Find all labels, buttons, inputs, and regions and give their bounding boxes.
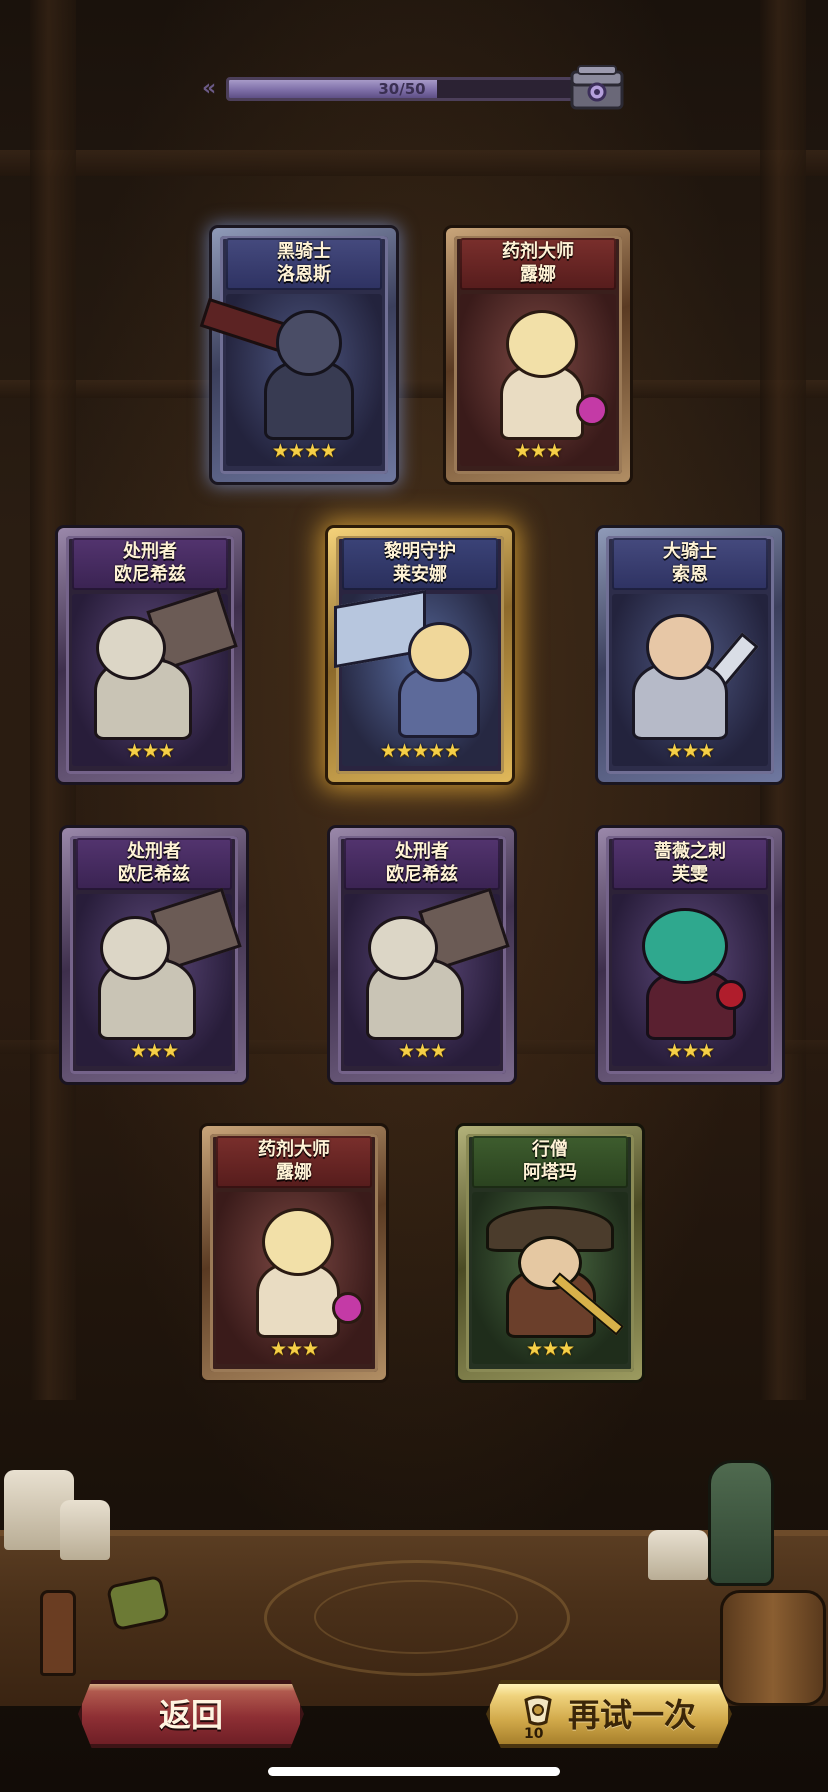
- card-name: 芙雯: [672, 864, 708, 885]
- card-name-banner: 药剂大师 露娜: [216, 1136, 372, 1188]
- bottle-icon: [40, 1590, 76, 1676]
- card-name-banner: 处刑者 欧尼希兹: [344, 838, 500, 890]
- card-name: 阿塔玛: [523, 1162, 577, 1183]
- card-name: 欧尼希兹: [386, 864, 458, 885]
- star-rating: ★★★★★: [379, 740, 461, 762]
- candle-icon: [60, 1500, 110, 1560]
- star-rating: ★★★: [397, 1040, 447, 1062]
- home-indicator[interactable]: [268, 1767, 560, 1776]
- hero-card[interactable]: 处刑者 欧尼希兹 ★★★: [330, 828, 514, 1082]
- card-name-banner: 药剂大师 露娜: [460, 238, 616, 290]
- hero-card[interactable]: 药剂大师 露娜 ★★★: [446, 228, 630, 482]
- card-name-banner: 黑骑士 洛恩斯: [226, 238, 382, 290]
- card-name: 索恩: [672, 564, 708, 585]
- card-name-banner: 蔷薇之刺 芙雯: [612, 838, 768, 890]
- card-title: 药剂大师: [258, 1139, 330, 1160]
- star-rating: ★★★★: [271, 440, 337, 462]
- back-button[interactable]: 返回: [78, 1680, 304, 1748]
- hero-card[interactable]: 处刑者 欧尼希兹 ★★★: [58, 528, 242, 782]
- star-rating: ★★★: [525, 1338, 575, 1360]
- card-name: 欧尼希兹: [118, 864, 190, 885]
- card-title: 处刑者: [395, 841, 449, 862]
- card-title: 处刑者: [127, 841, 181, 862]
- bottle-icon: [708, 1460, 774, 1586]
- progress-track: 30/50: [226, 77, 578, 101]
- card-title: 蔷薇之刺: [654, 841, 726, 862]
- draw-progress-bar: « 30/50: [202, 65, 624, 110]
- ceiling-beam: [0, 150, 828, 176]
- card-title: 黎明守护: [384, 541, 456, 562]
- star-rating: ★★★: [269, 1338, 319, 1360]
- card-title: 处刑者: [123, 541, 177, 562]
- retry-button[interactable]: 10 再试一次: [486, 1680, 732, 1748]
- card-name-banner: 处刑者 欧尼希兹: [72, 538, 228, 590]
- back-button-label: 返回: [158, 1696, 223, 1734]
- hero-card[interactable]: 黎明守护 莱安娜 ★★★★★: [328, 528, 512, 782]
- card-name-banner: 处刑者 欧尼希兹: [76, 838, 232, 890]
- star-rating: ★★★: [129, 1040, 179, 1062]
- star-rating: ★★★: [665, 1040, 715, 1062]
- card-name: 露娜: [276, 1162, 312, 1183]
- retry-button-label: 再试一次: [568, 1696, 697, 1734]
- hero-card[interactable]: 大骑士 索恩 ★★★: [598, 528, 782, 782]
- rose-icon: [716, 980, 746, 1010]
- candle-icon: [648, 1530, 708, 1580]
- card-name-banner: 黎明守护 莱安娜: [342, 538, 498, 590]
- hero-card[interactable]: 蔷薇之刺 芙雯 ★★★: [598, 828, 782, 1082]
- progress-text: 30/50: [378, 80, 426, 98]
- potion-icon: [332, 1292, 364, 1324]
- hero-card[interactable]: 行僧 阿塔玛 ★★★: [458, 1126, 642, 1380]
- card-name-banner: 行僧 阿塔玛: [472, 1136, 628, 1188]
- potion-icon: [576, 394, 608, 426]
- card-name: 莱安娜: [393, 564, 447, 585]
- star-rating: ★★★: [665, 740, 715, 762]
- shelf-beam: [0, 380, 828, 398]
- treasure-chest-icon[interactable]: [568, 62, 626, 112]
- card-name: 露娜: [520, 264, 556, 285]
- hero-card[interactable]: 黑骑士 洛恩斯 ★★★★: [199, 228, 396, 482]
- hero-card[interactable]: 处刑者 欧尼希兹 ★★★: [62, 828, 246, 1082]
- star-rating: ★★★: [125, 740, 175, 762]
- barrel-icon: [720, 1590, 826, 1706]
- card-title: 药剂大师: [502, 241, 574, 262]
- retry-cost: 10: [524, 1726, 544, 1742]
- card-name: 洛恩斯: [277, 264, 331, 285]
- card-name: 欧尼希兹: [114, 564, 186, 585]
- table-emblem-inner: [314, 1580, 518, 1654]
- card-title: 大骑士: [663, 541, 717, 562]
- card-title: 黑骑士: [277, 241, 331, 262]
- star-rating: ★★★: [513, 440, 563, 462]
- card-title: 行僧: [532, 1139, 568, 1160]
- scroll-icon: [518, 1690, 558, 1730]
- card-name-banner: 大骑士 索恩: [612, 538, 768, 590]
- hero-card[interactable]: 药剂大师 露娜 ★★★: [202, 1126, 386, 1380]
